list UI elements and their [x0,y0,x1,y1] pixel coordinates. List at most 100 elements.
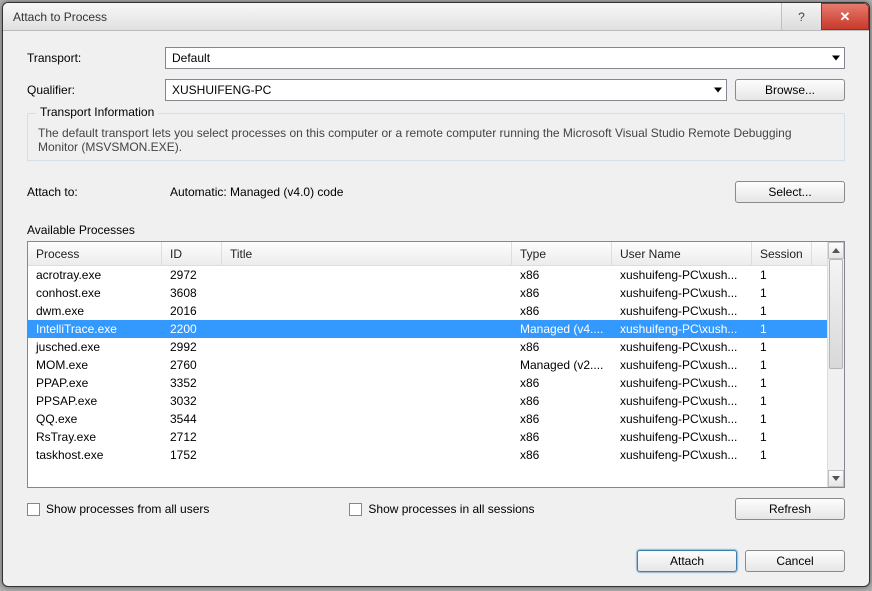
process-user: xushuifeng-PC\xush... [612,340,752,354]
table-row[interactable]: RsTray.exe2712 x86xushuifeng-PC\xush...1 [28,428,827,446]
scroll-track[interactable] [828,259,844,470]
process-type: x86 [512,376,612,390]
process-session: 1 [752,394,812,408]
browse-button[interactable]: Browse... [735,79,845,101]
process-user: xushuifeng-PC\xush... [612,376,752,390]
process-session: 1 [752,304,812,318]
transport-value: Default [172,51,210,65]
transport-info-title: Transport Information [36,105,158,119]
table-row[interactable]: IntelliTrace.exe2200Managed (v4....xushu… [28,320,827,338]
attach-to-value: Automatic: Managed (v4.0) code [165,182,727,202]
process-session: 1 [752,358,812,372]
col-header-title[interactable]: Title [222,242,512,265]
attach-button[interactable]: Attach [637,550,737,572]
process-id: 3032 [162,394,222,408]
table-row[interactable]: acrotray.exe2972x86xushuifeng-PC\xush...… [28,266,827,284]
process-type: x86 [512,304,612,318]
qualifier-value: XUSHUIFENG-PC [172,83,271,97]
process-session: 1 [752,430,812,444]
process-session: 1 [752,286,812,300]
process-type: x86 [512,394,612,408]
checkbox-box[interactable] [349,503,362,516]
process-name: acrotray.exe [28,268,162,282]
transport-info-text: The default transport lets you select pr… [38,126,834,154]
chevron-down-icon [832,56,840,61]
titlebar[interactable]: Attach to Process ? ✕ [3,3,869,31]
process-id: 3608 [162,286,222,300]
transport-dropdown[interactable]: Default [165,47,845,69]
process-user: xushuifeng-PC\xush... [612,358,752,372]
window-title: Attach to Process [13,10,781,24]
process-type: Managed (v4.... [512,322,612,336]
process-id: 3544 [162,412,222,426]
process-id: 1752 [162,448,222,462]
table-row[interactable]: QQ.exe3544x86xushuifeng-PC\xush...1 [28,410,827,428]
table-row[interactable]: taskhost.exe1752x86xushuifeng-PC\xush...… [28,446,827,464]
vertical-scrollbar[interactable] [827,242,844,487]
col-header-session[interactable]: Session [752,242,812,265]
col-header-user[interactable]: User Name [612,242,752,265]
process-id: 2016 [162,304,222,318]
refresh-button[interactable]: Refresh [735,498,845,520]
qualifier-combobox[interactable]: XUSHUIFENG-PC [165,79,727,101]
cancel-button[interactable]: Cancel [745,550,845,572]
table-row[interactable]: MOM.exe2760Managed (v2....xushuifeng-PC\… [28,356,827,374]
process-session: 1 [752,448,812,462]
attach-to-process-dialog: Attach to Process ? ✕ Transport: Default… [2,2,870,587]
process-type: x86 [512,430,612,444]
process-session: 1 [752,412,812,426]
process-type: Managed (v2.... [512,358,612,372]
transport-info-group: Transport Information The default transp… [27,113,845,161]
table-row[interactable]: PPAP.exe3352 x86xushuifeng-PC\xush...1 [28,374,827,392]
transport-label: Transport: [27,51,165,65]
process-name: jusched.exe [28,340,162,354]
scroll-down-button[interactable] [828,470,844,487]
checkbox-box[interactable] [27,503,40,516]
col-header-process[interactable]: Process [28,242,162,265]
process-type: x86 [512,286,612,300]
select-button[interactable]: Select... [735,181,845,203]
process-name: dwm.exe [28,304,162,318]
attach-to-label: Attach to: [27,185,165,199]
process-user: xushuifeng-PC\xush... [612,412,752,426]
process-id: 2992 [162,340,222,354]
process-user: xushuifeng-PC\xush... [612,268,752,282]
show-all-users-label: Show processes from all users [46,502,209,516]
table-row[interactable]: PPSAP.exe3032 x86xushuifeng-PC\xush...1 [28,392,827,410]
process-type: x86 [512,412,612,426]
process-name: PPSAP.exe [28,394,162,408]
table-row[interactable]: jusched.exe2992x86xushuifeng-PC\xush...1 [28,338,827,356]
qualifier-label: Qualifier: [27,83,165,97]
show-all-sessions-label: Show processes in all sessions [368,502,534,516]
process-session: 1 [752,322,812,336]
close-button[interactable]: ✕ [821,3,869,30]
process-id: 2712 [162,430,222,444]
process-user: xushuifeng-PC\xush... [612,430,752,444]
show-all-sessions-checkbox[interactable]: Show processes in all sessions [349,502,534,516]
process-type: x86 [512,340,612,354]
process-user: xushuifeng-PC\xush... [612,304,752,318]
process-list[interactable]: Process ID Title Type User Name Session … [27,241,845,488]
scroll-thumb[interactable] [829,259,843,369]
process-type: x86 [512,448,612,462]
process-id: 3352 [162,376,222,390]
help-button[interactable]: ? [781,3,821,30]
process-id: 2200 [162,322,222,336]
available-processes-label: Available Processes [27,223,845,237]
show-all-users-checkbox[interactable]: Show processes from all users [27,502,209,516]
table-row[interactable]: conhost.exe3608x86xushuifeng-PC\xush...1 [28,284,827,302]
process-list-header[interactable]: Process ID Title Type User Name Session [28,242,827,266]
process-id: 2760 [162,358,222,372]
process-name: IntelliTrace.exe [28,322,162,336]
process-name: RsTray.exe [28,430,162,444]
chevron-down-icon [714,88,722,93]
col-header-id[interactable]: ID [162,242,222,265]
process-type: x86 [512,268,612,282]
process-session: 1 [752,376,812,390]
scroll-up-button[interactable] [828,242,844,259]
table-row[interactable]: dwm.exe2016 x86xushuifeng-PC\xush...1 [28,302,827,320]
process-user: xushuifeng-PC\xush... [612,394,752,408]
process-name: PPAP.exe [28,376,162,390]
process-name: taskhost.exe [28,448,162,462]
col-header-type[interactable]: Type [512,242,612,265]
